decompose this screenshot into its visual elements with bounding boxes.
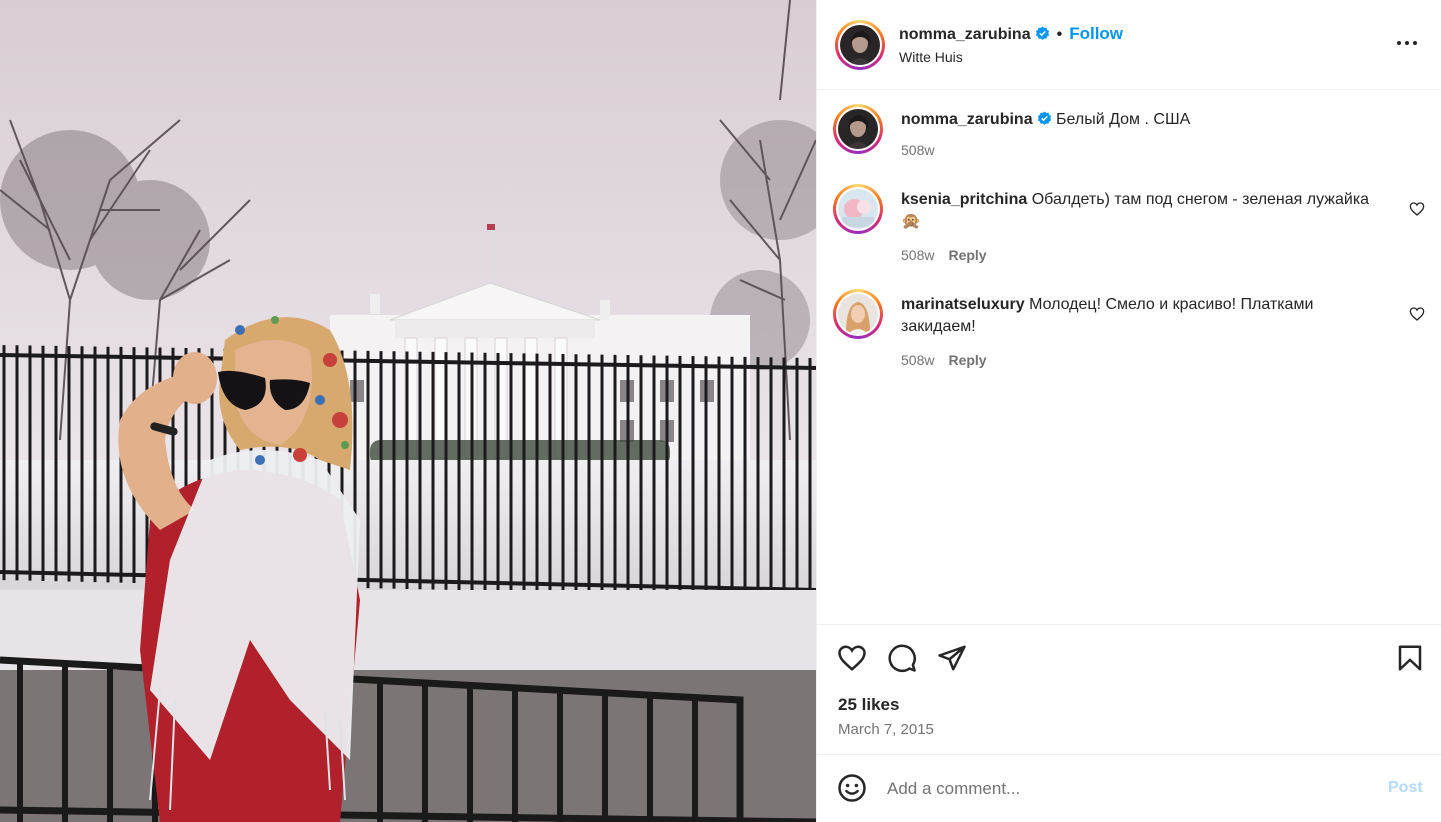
heart-icon[interactable] — [1409, 306, 1425, 322]
likes-count[interactable]: 25 likes — [838, 695, 899, 715]
comment-meta: 508w Reply — [901, 247, 987, 263]
avatar-image — [838, 109, 878, 149]
comment-input[interactable] — [887, 775, 1367, 803]
caption-body: Белый Дом . США — [1056, 111, 1191, 128]
like-heart-icon[interactable] — [837, 643, 867, 673]
comment-age[interactable]: 508w — [901, 247, 934, 263]
comment-text-line: marinatseluxury Молодец! Смело и красиво… — [901, 294, 1391, 338]
photo-white-house — [0, 0, 816, 822]
verified-badge-icon — [1035, 26, 1049, 40]
separator-dot: • — [1056, 26, 1063, 43]
reply-button[interactable]: Reply — [948, 352, 986, 368]
comment-age[interactable]: 508w — [901, 352, 934, 368]
avatar-image — [838, 189, 878, 229]
more-options-icon[interactable] — [1395, 31, 1419, 55]
comment-username[interactable]: ksenia_pritchina — [901, 191, 1027, 208]
post-location[interactable]: Witte Huis — [899, 49, 963, 65]
caption-avatar[interactable] — [833, 104, 883, 154]
emoji-icon[interactable] — [837, 773, 867, 803]
comment-meta: 508w Reply — [901, 352, 987, 368]
comment-text-line: ksenia_pritchina Обалдеть) там под снего… — [901, 189, 1391, 233]
avatar-image — [838, 294, 878, 334]
avatar-image — [840, 25, 880, 65]
post-date[interactable]: March 7, 2015 — [838, 721, 934, 738]
post-comment-button[interactable]: Post — [1388, 779, 1423, 797]
reply-button[interactable]: Reply — [948, 247, 986, 263]
header-user-line: nomma_zarubina • Follow — [899, 24, 1123, 44]
post-actions: 25 likes March 7, 2015 — [817, 624, 1441, 754]
add-comment-bar: Post — [817, 754, 1441, 822]
post-details-panel: nomma_zarubina • Follow Witte Huis nomma_z… — [816, 0, 1441, 822]
commenter-avatar[interactable] — [833, 289, 883, 339]
bookmark-icon[interactable] — [1395, 643, 1425, 673]
caption-meta: 508w — [901, 142, 934, 158]
heart-icon[interactable] — [1409, 201, 1425, 217]
author-avatar[interactable] — [835, 20, 885, 70]
post-header: nomma_zarubina • Follow Witte Huis — [817, 0, 1441, 90]
comment-username[interactable]: marinatseluxury — [901, 296, 1025, 313]
caption-age[interactable]: 508w — [901, 142, 934, 158]
verified-badge-icon — [1037, 111, 1051, 125]
share-icon[interactable] — [937, 643, 967, 673]
caption-username[interactable]: nomma_zarubina — [901, 111, 1033, 128]
follow-button[interactable]: Follow — [1069, 24, 1123, 43]
author-username[interactable]: nomma_zarubina — [899, 26, 1031, 43]
commenter-avatar[interactable] — [833, 184, 883, 234]
caption-text-line: nomma_zarubina Белый Дом . США — [901, 109, 1391, 131]
comment-icon[interactable] — [887, 643, 917, 673]
post-photo[interactable] — [0, 0, 816, 822]
